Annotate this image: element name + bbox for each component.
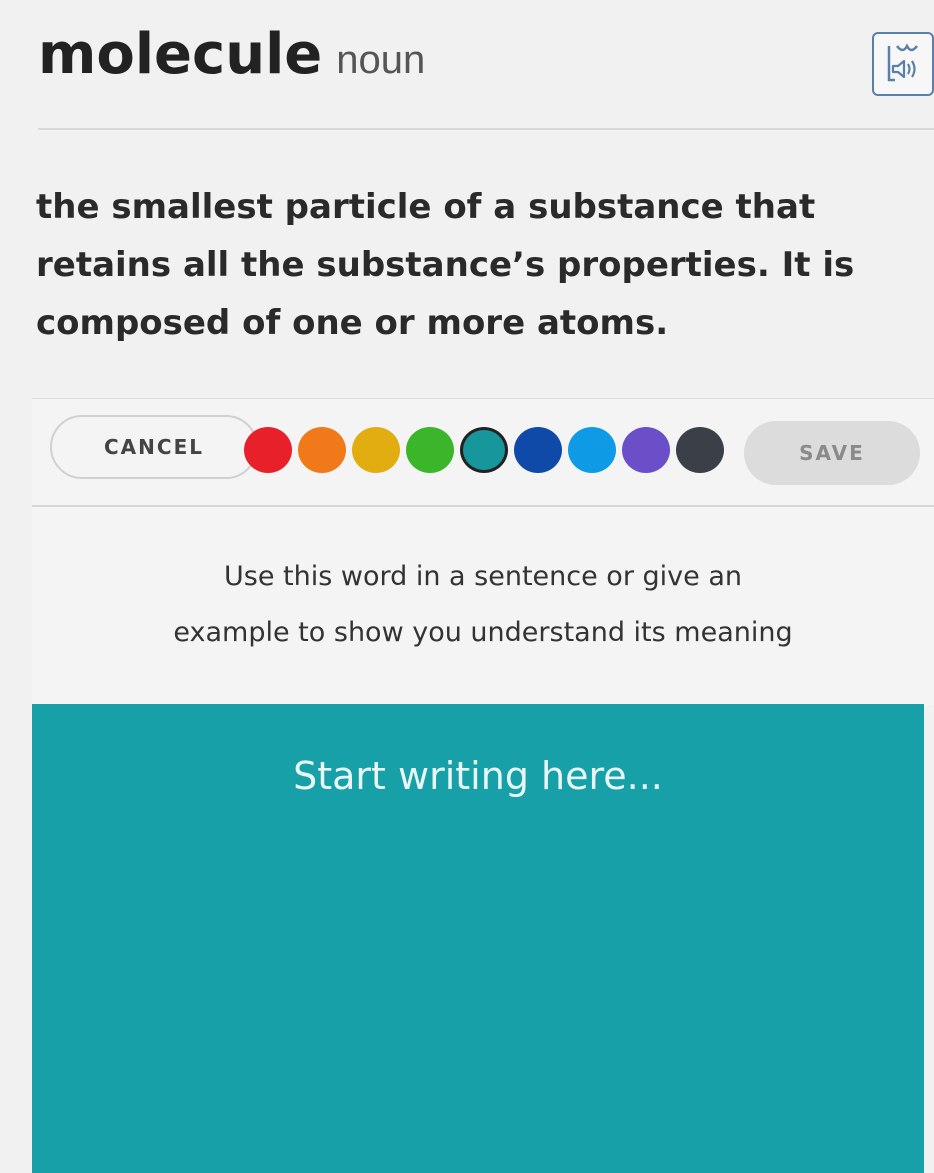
header-divider: [38, 128, 934, 130]
definition-text: the smallest particle of a substance tha…: [36, 187, 855, 343]
writing-editor[interactable]: Start writing here...: [32, 704, 924, 1173]
writing-prompt: Use this word in a sentence or give an e…: [32, 549, 934, 661]
part-of-speech: noun: [336, 38, 426, 82]
color-swatch-orange[interactable]: [298, 427, 346, 473]
cancel-button[interactable]: CANCEL: [50, 415, 258, 479]
color-swatch-yellow[interactable]: [352, 427, 400, 473]
entry-header: molecule noun: [38, 22, 934, 102]
color-swatch-teal[interactable]: [460, 427, 508, 473]
entry-word: molecule: [38, 22, 323, 87]
color-swatch-green[interactable]: [406, 427, 454, 473]
color-swatch-charcoal[interactable]: [676, 427, 724, 473]
editor-toolbar: CANCEL SAVE: [32, 399, 934, 507]
color-swatch-purple[interactable]: [622, 427, 670, 473]
color-swatch-dark-blue[interactable]: [514, 427, 562, 473]
editor-placeholder: Start writing here...: [293, 754, 663, 798]
example-panel: CANCEL SAVE Use this word in a sentence …: [32, 398, 934, 705]
prompt-line-2: example to show you understand its meani…: [173, 617, 793, 648]
color-swatch-blue[interactable]: [568, 427, 616, 473]
audio-button[interactable]: [872, 32, 934, 96]
prompt-line-1: Use this word in a sentence or give an: [224, 561, 742, 592]
speaker-icon: [887, 43, 918, 82]
vocabulary-page: molecule noun the smallest particle of a …: [0, 0, 934, 1173]
color-swatch-red[interactable]: [244, 427, 292, 473]
save-button[interactable]: SAVE: [744, 421, 920, 485]
